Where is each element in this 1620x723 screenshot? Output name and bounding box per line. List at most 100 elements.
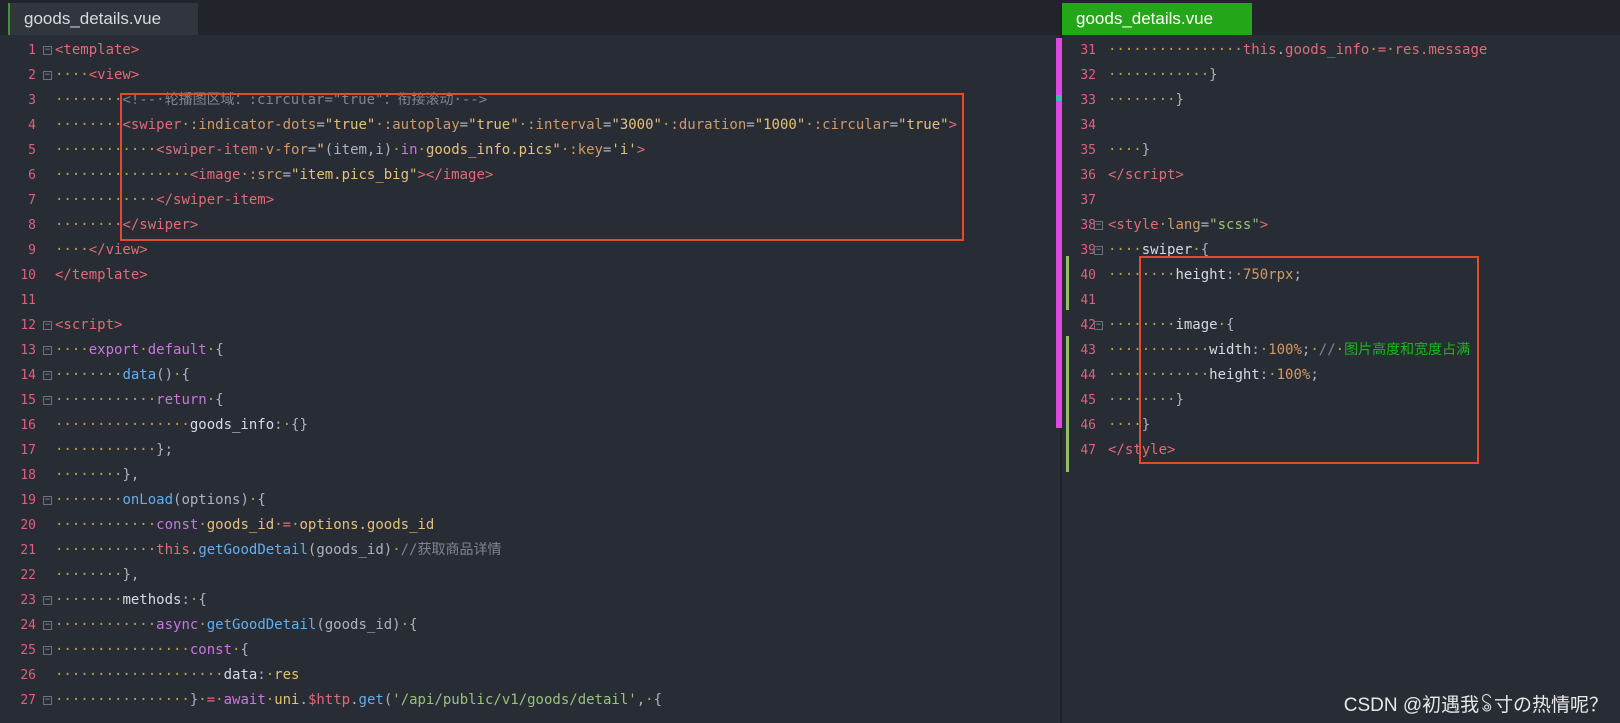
line-number: 3 — [28, 93, 36, 108]
code-line[interactable]: 14− ········data()·{ — [0, 363, 1060, 388]
code-text: <template> — [55, 42, 140, 58]
line-number: 18 — [20, 468, 36, 483]
highlight-box-style-swiper — [1139, 256, 1479, 464]
code-text: ····<view> — [55, 67, 140, 83]
code-text: ········onLoad(options)·{ — [55, 492, 266, 508]
code-line[interactable]: 33 ········} — [1062, 88, 1620, 113]
line-number: 26 — [20, 668, 36, 683]
code-text: ········} — [1108, 92, 1184, 108]
code-line[interactable]: 15− ············return·{ — [0, 388, 1060, 413]
line-number: 15 — [20, 393, 36, 408]
code-line[interactable]: 1− <template> — [0, 38, 1060, 63]
line-number: 6 — [28, 168, 36, 183]
fold-toggle-icon[interactable]: − — [43, 696, 52, 705]
fold-toggle-icon[interactable]: − — [43, 646, 52, 655]
line-number: 24 — [20, 618, 36, 633]
code-line[interactable]: 18 ········}, — [0, 463, 1060, 488]
line-number: 14 — [20, 368, 36, 383]
fold-toggle-icon[interactable]: − — [43, 46, 52, 55]
fold-toggle-icon[interactable]: − — [43, 346, 52, 355]
code-line[interactable]: 32 ············} — [1062, 63, 1620, 88]
code-line[interactable]: 17 ············}; — [0, 438, 1060, 463]
code-line[interactable]: 23− ········methods:·{ — [0, 588, 1060, 613]
code-text: <script> — [55, 317, 123, 333]
code-line[interactable]: 27− ················}·=·await·uni.$http.g… — [0, 688, 1060, 713]
line-number: 19 — [20, 493, 36, 508]
line-number: 17 — [20, 443, 36, 458]
line-number: 37 — [1080, 193, 1096, 208]
line-number: 31 — [1080, 43, 1096, 58]
code-text: ········}, — [55, 467, 140, 483]
code-text: ············} — [1108, 67, 1218, 83]
line-number: 1 — [28, 43, 36, 58]
code-text: ········data()·{ — [55, 367, 190, 383]
code-text: ····</view> — [55, 242, 148, 258]
line-number: 33 — [1080, 93, 1096, 108]
right-tab-bar: goods_details.vue — [1062, 0, 1620, 35]
fold-toggle-icon[interactable]: − — [43, 71, 52, 80]
code-line[interactable]: 2− ····<view> — [0, 63, 1060, 88]
line-number: 36 — [1080, 168, 1096, 183]
code-text: ············async·getGoodDetail(goods_id… — [55, 617, 418, 633]
code-line[interactable]: 31 ················this.goods_info·=·res.… — [1062, 38, 1620, 63]
code-line[interactable]: 9 ····</view> — [0, 238, 1060, 263]
fold-toggle-icon[interactable]: − — [43, 621, 52, 630]
code-line[interactable]: 11 — [0, 288, 1060, 313]
code-text: ············this.getGoodDetail(goods_id)… — [55, 542, 502, 558]
code-line[interactable]: 26 ····················data:·res — [0, 663, 1060, 688]
code-text: ············const·goods_id·=·options.goo… — [55, 517, 435, 533]
line-number: 34 — [1080, 118, 1096, 133]
change-marker-added-a — [1066, 256, 1069, 310]
fold-toggle-icon[interactable]: − — [43, 396, 52, 405]
code-line[interactable]: 24− ············async·getGoodDetail(goods… — [0, 613, 1060, 638]
fold-toggle-icon[interactable]: − — [43, 371, 52, 380]
left-tab-bar: goods_details.vue — [0, 0, 1060, 35]
code-line[interactable]: 13− ····export·default·{ — [0, 338, 1060, 363]
line-number: 27 — [20, 693, 36, 708]
line-number: 38 — [1080, 218, 1096, 233]
tab-goods-details-right[interactable]: goods_details.vue — [1062, 3, 1252, 35]
fold-toggle-icon[interactable]: − — [1094, 246, 1103, 255]
code-line[interactable]: 22 ········}, — [0, 563, 1060, 588]
code-line[interactable]: 12− <script> — [0, 313, 1060, 338]
code-line[interactable]: 10 </template> — [0, 263, 1060, 288]
code-text: ····} — [1108, 142, 1151, 158]
line-number: 22 — [20, 568, 36, 583]
tab-goods-details-left[interactable]: goods_details.vue — [8, 3, 198, 35]
code-line[interactable]: 35 ····} — [1062, 138, 1620, 163]
line-number: 35 — [1080, 143, 1096, 158]
code-line[interactable]: 34 — [1062, 113, 1620, 138]
code-text: ····················data:·res — [55, 667, 300, 683]
code-line[interactable]: 21 ············this.getGoodDetail(goods_i… — [0, 538, 1060, 563]
line-number: 21 — [20, 543, 36, 558]
left-editor-pane[interactable]: goods_details.vue 1− <template> 2− ····<vie… — [0, 0, 1060, 723]
csdn-watermark: CSDN @初遇我ꂢ寸の热情呢？ — [1343, 695, 1608, 716]
line-number: 42 — [1080, 318, 1096, 333]
line-number: 5 — [28, 143, 36, 158]
code-line[interactable]: 20 ············const·goods_id·=·options.g… — [0, 513, 1060, 538]
line-number: 23 — [20, 593, 36, 608]
code-text: <style·lang="scss"> — [1108, 217, 1269, 233]
highlight-box-template-swiper — [120, 93, 964, 241]
fold-toggle-icon[interactable]: − — [43, 596, 52, 605]
fold-toggle-icon[interactable]: − — [43, 496, 52, 505]
line-number: 7 — [28, 193, 36, 208]
code-text: ············}; — [55, 442, 174, 458]
fold-toggle-icon[interactable]: − — [1094, 321, 1103, 330]
fold-toggle-icon[interactable]: − — [43, 321, 52, 330]
code-line[interactable]: 36 </script> — [1062, 163, 1620, 188]
code-line[interactable]: 16 ················goods_info:·{} — [0, 413, 1060, 438]
line-number: 10 — [20, 268, 36, 283]
code-line[interactable]: 37 — [1062, 188, 1620, 213]
line-number: 16 — [20, 418, 36, 433]
line-number: 2 — [28, 68, 36, 83]
code-line[interactable]: 25− ················const·{ — [0, 638, 1060, 663]
code-line[interactable]: 38− <style·lang="scss"> — [1062, 213, 1620, 238]
code-text: ············return·{ — [55, 392, 224, 408]
code-text: ················this.goods_info·=·res.me… — [1108, 42, 1488, 58]
right-editor-pane[interactable]: goods_details.vue 31 ················this… — [1062, 0, 1620, 723]
line-number: 4 — [28, 118, 36, 133]
line-number: 13 — [20, 343, 36, 358]
fold-toggle-icon[interactable]: − — [1094, 221, 1103, 230]
code-line[interactable]: 19− ········onLoad(options)·{ — [0, 488, 1060, 513]
